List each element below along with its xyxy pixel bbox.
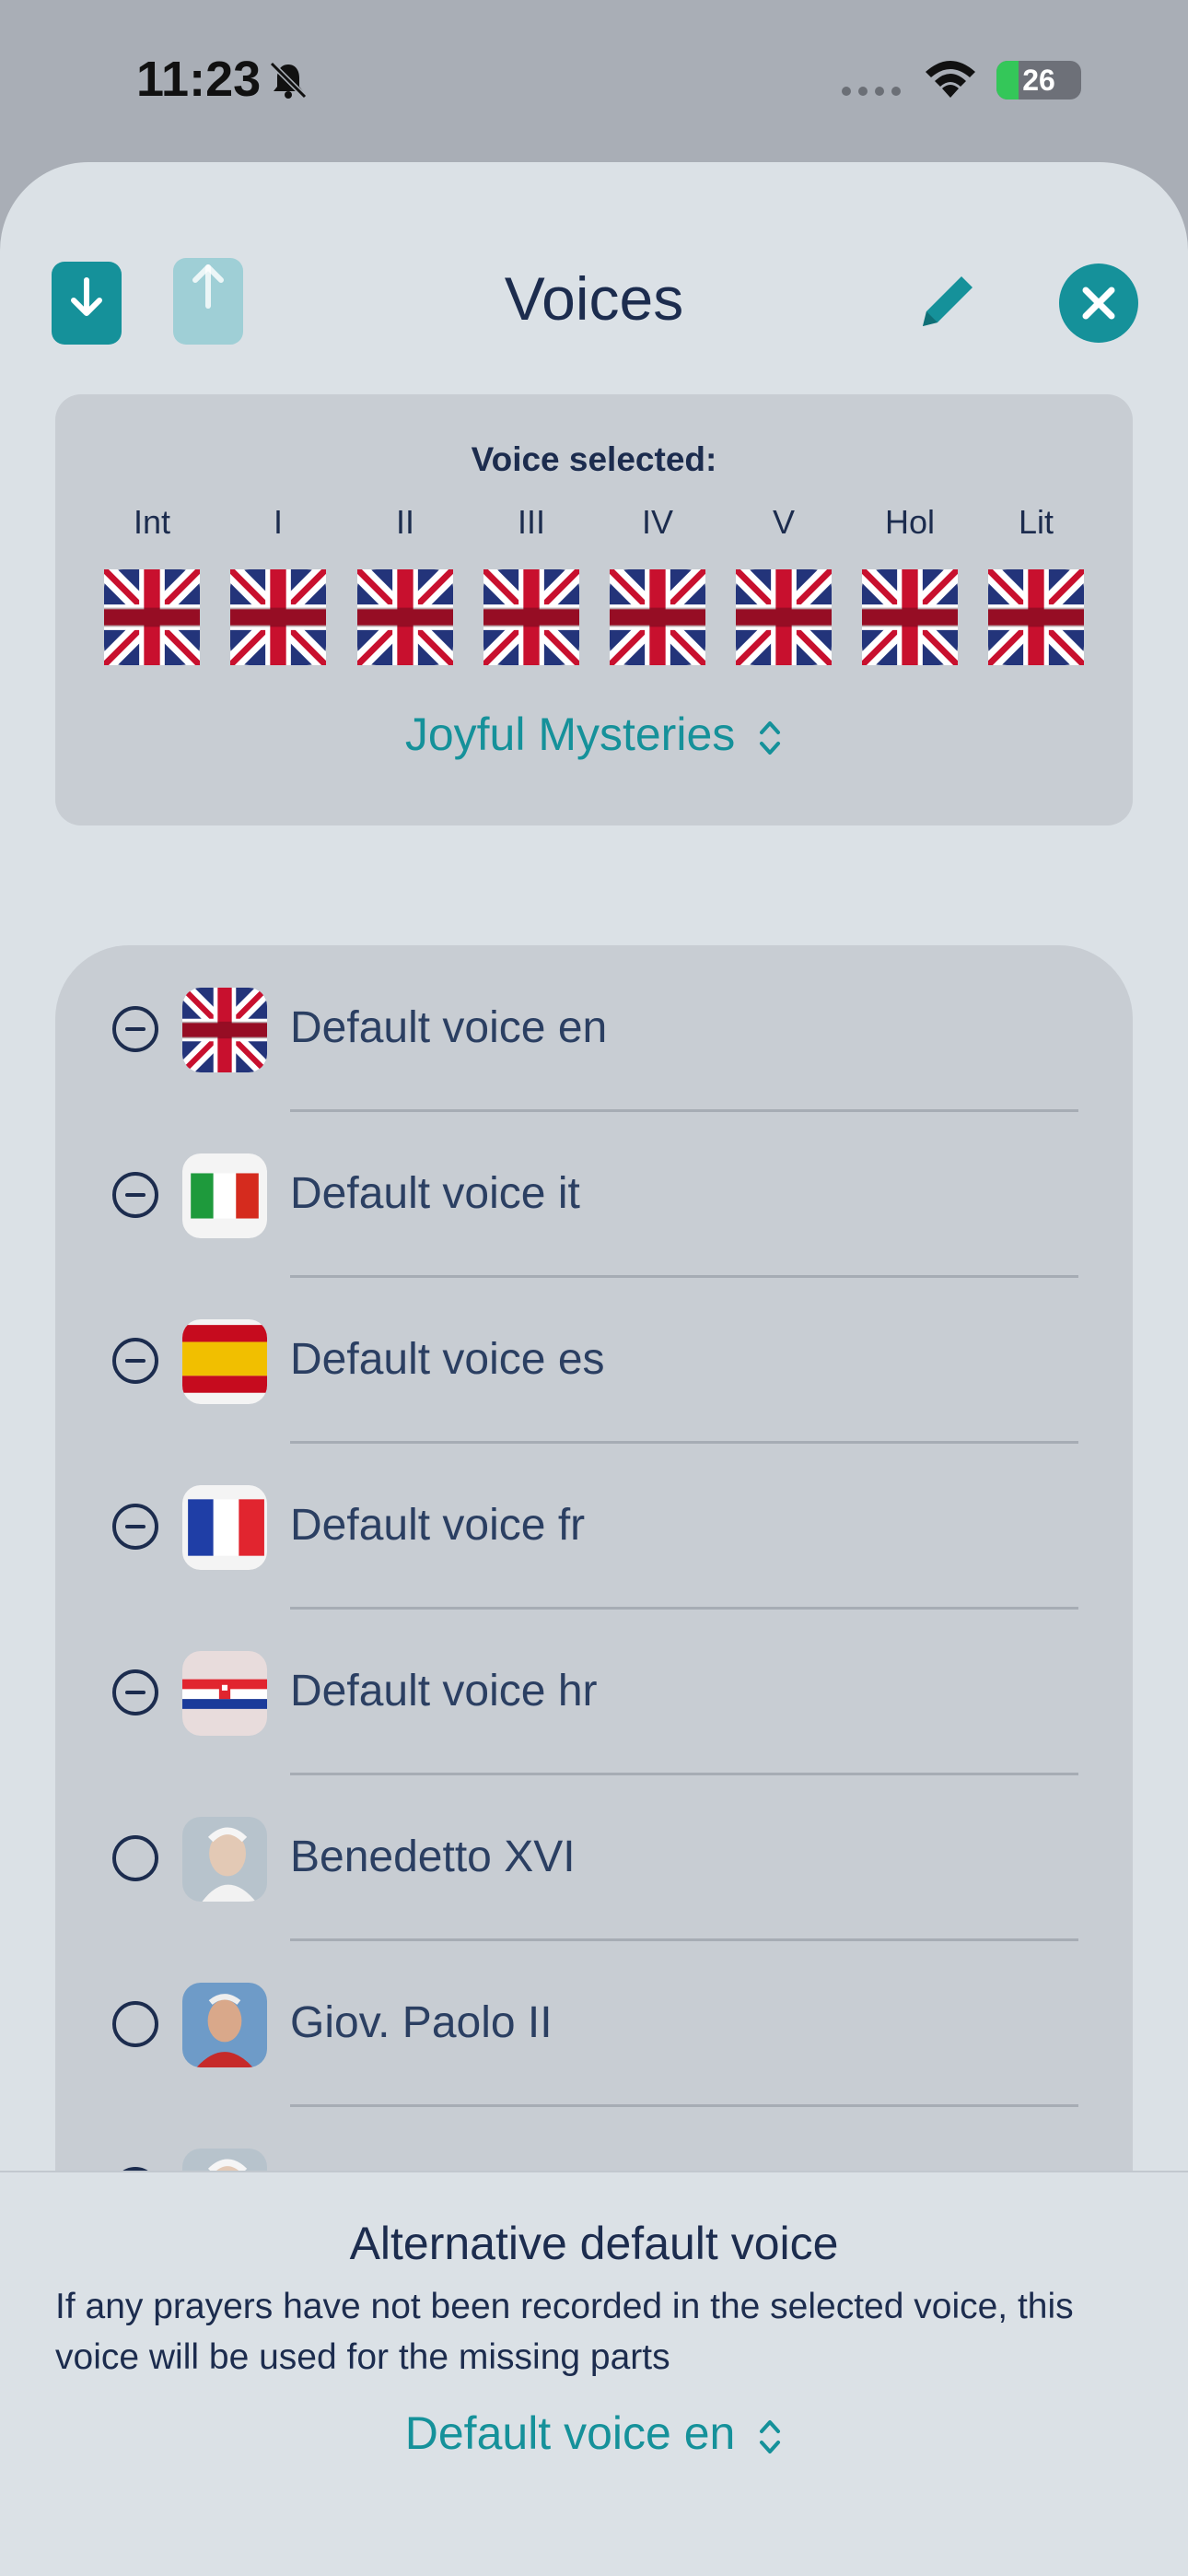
slot-label: I bbox=[273, 503, 283, 541]
voice-label: Giov. Paolo II bbox=[290, 1998, 553, 2047]
remove-icon[interactable] bbox=[112, 1338, 158, 1384]
slot-iii[interactable]: III bbox=[481, 503, 582, 545]
remove-icon[interactable] bbox=[112, 1006, 158, 1052]
slot-v[interactable]: V bbox=[733, 503, 834, 545]
slot-label: V bbox=[772, 503, 795, 541]
battery-indicator: 26 bbox=[996, 61, 1081, 100]
status-time: 11:23 bbox=[136, 52, 262, 107]
remove-icon[interactable] bbox=[112, 1504, 158, 1550]
wifi-icon bbox=[926, 61, 975, 98]
pencil-icon bbox=[923, 276, 973, 326]
edit-button[interactable] bbox=[912, 263, 985, 337]
chevron-up-down-icon bbox=[760, 2419, 781, 2453]
alternative-voice-label: Default voice en bbox=[404, 2407, 736, 2459]
voice-label: Default voice en bbox=[290, 1003, 608, 1052]
alternative-voice-picker[interactable]: Default voice en bbox=[0, 2406, 1188, 2460]
portrait-photo bbox=[182, 1983, 267, 2067]
uk-flag-icon bbox=[610, 569, 705, 665]
uk-flag-icon bbox=[357, 569, 453, 665]
slot-label: Lit bbox=[1018, 503, 1054, 541]
portrait-photo bbox=[182, 1817, 267, 1902]
footer-title: Alternative default voice bbox=[349, 2218, 839, 2269]
bell-slash-icon bbox=[269, 61, 308, 100]
voice-label: Default voice it bbox=[290, 1169, 580, 1218]
voice-label: Default voice es bbox=[290, 1335, 605, 1384]
voice-selected-panel: Voice selected: Int I II III IV V Hol Li… bbox=[55, 394, 1133, 825]
uk-flag-icon bbox=[483, 569, 579, 665]
slot-label: III bbox=[517, 503, 545, 541]
list-item[interactable]: Default voice it bbox=[55, 1111, 1133, 1278]
italy-flag-icon bbox=[182, 1153, 267, 1238]
remove-icon[interactable] bbox=[112, 1669, 158, 1715]
slot-iv[interactable]: IV bbox=[607, 503, 708, 545]
remove-icon[interactable] bbox=[112, 1172, 158, 1218]
mysteries-picker[interactable]: Joyful Mysteries bbox=[55, 708, 1133, 761]
alternative-voice-footer: Alternative default voice If any prayers… bbox=[0, 2171, 1188, 2576]
slot-label: Hol bbox=[884, 503, 936, 541]
uk-flag-icon bbox=[104, 569, 200, 665]
voice-selected-heading: Voice selected: bbox=[471, 440, 717, 478]
slot-label: II bbox=[395, 503, 414, 541]
chevron-up-down-icon bbox=[760, 720, 781, 755]
slot-ii[interactable]: II bbox=[355, 503, 456, 545]
list-item[interactable]: Default voice en bbox=[55, 945, 1133, 1112]
list-item[interactable]: Default voice fr bbox=[55, 1443, 1133, 1610]
slot-hol[interactable]: Hol bbox=[859, 503, 961, 545]
croatia-flag-icon bbox=[182, 1651, 267, 1736]
uk-flag-icon bbox=[988, 569, 1084, 665]
list-item[interactable]: Default voice es bbox=[55, 1277, 1133, 1444]
slot-label: IV bbox=[641, 503, 673, 541]
spain-flag-icon bbox=[182, 1319, 267, 1404]
battery-percent: 26 bbox=[1022, 64, 1055, 97]
uk-flag-icon bbox=[230, 569, 326, 665]
page-title: Voices bbox=[504, 264, 684, 333]
footer-description: If any prayers have not been recorded in… bbox=[55, 2287, 1074, 2377]
voices-list: Default voice en Default voice it Defaul… bbox=[55, 945, 1133, 2327]
slot-int[interactable]: Int bbox=[101, 503, 203, 545]
voice-label: Default voice fr bbox=[290, 1501, 586, 1550]
slot-lit[interactable]: Lit bbox=[985, 503, 1087, 545]
voices-sheet: Voices Voice selected: Int I II III IV V… bbox=[0, 162, 1188, 2576]
uk-flag-icon bbox=[862, 569, 958, 665]
voice-label: Benedetto XVI bbox=[290, 1832, 576, 1881]
list-item[interactable]: Benedetto XVI bbox=[55, 1774, 1133, 1941]
list-item[interactable]: Default voice hr bbox=[55, 1609, 1133, 1775]
slot-label: Int bbox=[133, 503, 171, 541]
mysteries-label: Joyful Mysteries bbox=[404, 708, 736, 760]
france-flag-icon bbox=[182, 1485, 267, 1570]
select-radio-icon[interactable] bbox=[112, 1835, 158, 1881]
close-button[interactable] bbox=[1059, 263, 1138, 343]
list-item[interactable]: Giov. Paolo II bbox=[55, 1940, 1133, 2107]
select-radio-icon[interactable] bbox=[112, 2001, 158, 2047]
cellular-signal-icon bbox=[842, 87, 901, 96]
uk-flag-icon bbox=[182, 988, 267, 1072]
uk-flag-icon bbox=[736, 569, 832, 665]
voice-label: Default voice hr bbox=[290, 1667, 598, 1715]
close-icon bbox=[1082, 287, 1115, 320]
slot-i[interactable]: I bbox=[227, 503, 329, 545]
status-bar: 11:23 26 bbox=[0, 0, 1188, 157]
